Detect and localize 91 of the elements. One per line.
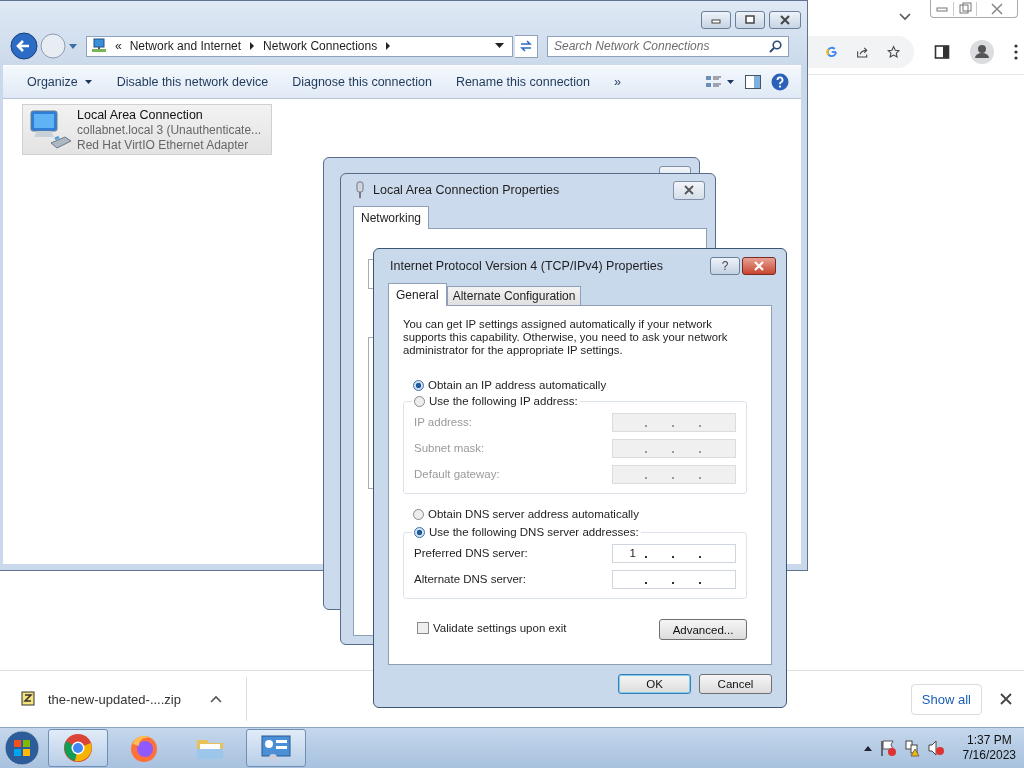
radio-label[interactable]: Use the following DNS server addresses: <box>429 526 639 538</box>
close-icon[interactable] <box>1000 693 1012 705</box>
close-icon <box>778 15 792 25</box>
show-hidden-icons[interactable] <box>862 744 873 752</box>
dialog-button[interactable]: OK <box>618 674 691 694</box>
caret-icon[interactable] <box>68 42 78 50</box>
network-icon <box>91 38 107 54</box>
flag-icon[interactable] <box>878 739 897 757</box>
field-label: Preferred DNS server: <box>414 547 528 559</box>
close-button[interactable] <box>742 257 776 275</box>
star-icon[interactable] <box>886 44 900 60</box>
clock-date[interactable]: 7/16/2023 <box>962 748 1016 763</box>
close-icon <box>752 261 766 271</box>
more-commands-button[interactable]: » <box>608 75 629 89</box>
connection-name: Local Area Connection <box>77 107 204 122</box>
help-button[interactable]: ? <box>710 257 740 275</box>
radio-label[interactable]: Use the following IP address: <box>429 395 578 407</box>
field-label: Alternate DNS server: <box>414 573 526 585</box>
connection-item[interactable]: Local Area Connection collabnet.local 3 (Unauthenticate... Red Hat VirtIO Ethernet Adapter <box>22 104 272 155</box>
chrome-icon <box>62 732 94 764</box>
window-title: Local Area Connection Properties <box>373 183 560 197</box>
radio-button[interactable] <box>413 379 424 391</box>
field-label: IP address: <box>414 416 472 428</box>
breadcrumb-item[interactable]: Network and Internet <box>129 39 242 53</box>
chevron-down-icon[interactable] <box>898 12 912 22</box>
network-icon[interactable] <box>902 739 921 757</box>
toolbar-command[interactable]: Disable this network device <box>110 75 277 89</box>
intro-text: You can get IP settings assigned automatically if your network supports this capability. Otherwise, you need to ask your network administrator for the appropriate IP settings. <box>403 318 729 357</box>
download-filename[interactable]: the-new-updated-....zip <box>48 691 198 707</box>
radio-label[interactable]: Obtain DNS server address automatically <box>428 508 639 520</box>
chevron-right-icon[interactable] <box>385 42 392 50</box>
avatar-icon[interactable] <box>970 40 994 64</box>
chevron-right-icon[interactable] <box>249 42 256 50</box>
ip-address-field[interactable] <box>612 464 736 484</box>
tab[interactable]: General <box>388 283 447 306</box>
ip-address-field[interactable]: 1 <box>612 543 736 563</box>
checkbox[interactable] <box>417 621 429 634</box>
side-panel-icon[interactable] <box>934 44 950 60</box>
minimize-button[interactable] <box>701 11 731 29</box>
toolbar-command[interactable]: Rename this connection <box>449 75 598 89</box>
refresh-icon <box>519 39 533 53</box>
zip-file-icon <box>20 691 36 707</box>
search-icon[interactable] <box>769 39 782 53</box>
refresh-button[interactable] <box>515 34 538 58</box>
help-icon[interactable] <box>771 73 789 91</box>
muted-speaker-icon[interactable] <box>926 739 945 757</box>
breadcrumb-item[interactable]: Network Connections <box>263 39 378 53</box>
search-field[interactable]: Search Network Connections <box>547 35 789 57</box>
radio-label[interactable]: Obtain an IP address automatically <box>428 379 607 391</box>
field-label: Default gateway: <box>414 468 500 480</box>
close-icon <box>682 185 696 195</box>
tab[interactable]: Alternate Configuration <box>446 286 582 305</box>
back-button[interactable] <box>10 32 38 60</box>
chevron-up-icon[interactable] <box>210 695 222 703</box>
taskbar-button[interactable] <box>48 729 108 767</box>
connection-network: collabnet.local 3 (Unauthenticate... <box>77 122 262 137</box>
show-all-button[interactable]: Show all <box>910 683 982 715</box>
toolbar-command[interactable]: Diagnose this connection <box>286 75 440 89</box>
dialog-button[interactable]: Cancel <box>699 674 772 694</box>
minimize-icon <box>710 16 722 24</box>
taskbar-button[interactable] <box>246 729 306 767</box>
breadcrumb-overflow[interactable]: « <box>115 39 122 53</box>
connection-adapter: Red Hat VirtIO Ethernet Adapter <box>77 137 250 152</box>
radio-button[interactable] <box>414 526 425 538</box>
google-icon[interactable] <box>826 45 838 59</box>
adapter-icon <box>355 181 365 199</box>
address-bar[interactable]: « Network and Internet Network Connections <box>86 35 513 57</box>
preview-pane-icon[interactable] <box>745 75 761 89</box>
radio-button[interactable] <box>414 395 425 407</box>
control-panel-icon <box>259 732 293 764</box>
ip-address-field[interactable] <box>612 438 736 458</box>
address-bar[interactable] <box>808 36 914 68</box>
ip-address-field[interactable] <box>612 412 736 432</box>
advanced-button[interactable]: Advanced... <box>659 619 747 640</box>
menu-icon[interactable] <box>1014 44 1018 60</box>
tab[interactable]: Networking <box>353 206 430 229</box>
dropdown-icon[interactable] <box>495 43 504 49</box>
start-button[interactable] <box>2 729 42 767</box>
field-label: Subnet mask: <box>414 442 485 454</box>
organize-menu[interactable]: Organize <box>21 75 101 89</box>
clock-time[interactable]: 1:37 PM <box>966 733 1012 748</box>
ip-address-field[interactable] <box>612 569 736 589</box>
window-title: Internet Protocol Version 4 (TCP/IPv4) Properties <box>390 259 664 273</box>
checkbox-label[interactable]: Validate settings upon exit <box>433 621 567 634</box>
caret-icon <box>83 79 93 85</box>
close-button[interactable] <box>769 11 801 29</box>
view-options-icon[interactable] <box>705 74 735 90</box>
radio-button[interactable] <box>413 508 424 520</box>
restore-icon <box>744 15 756 25</box>
restore-button[interactable] <box>735 11 765 29</box>
close-button[interactable] <box>673 180 705 200</box>
